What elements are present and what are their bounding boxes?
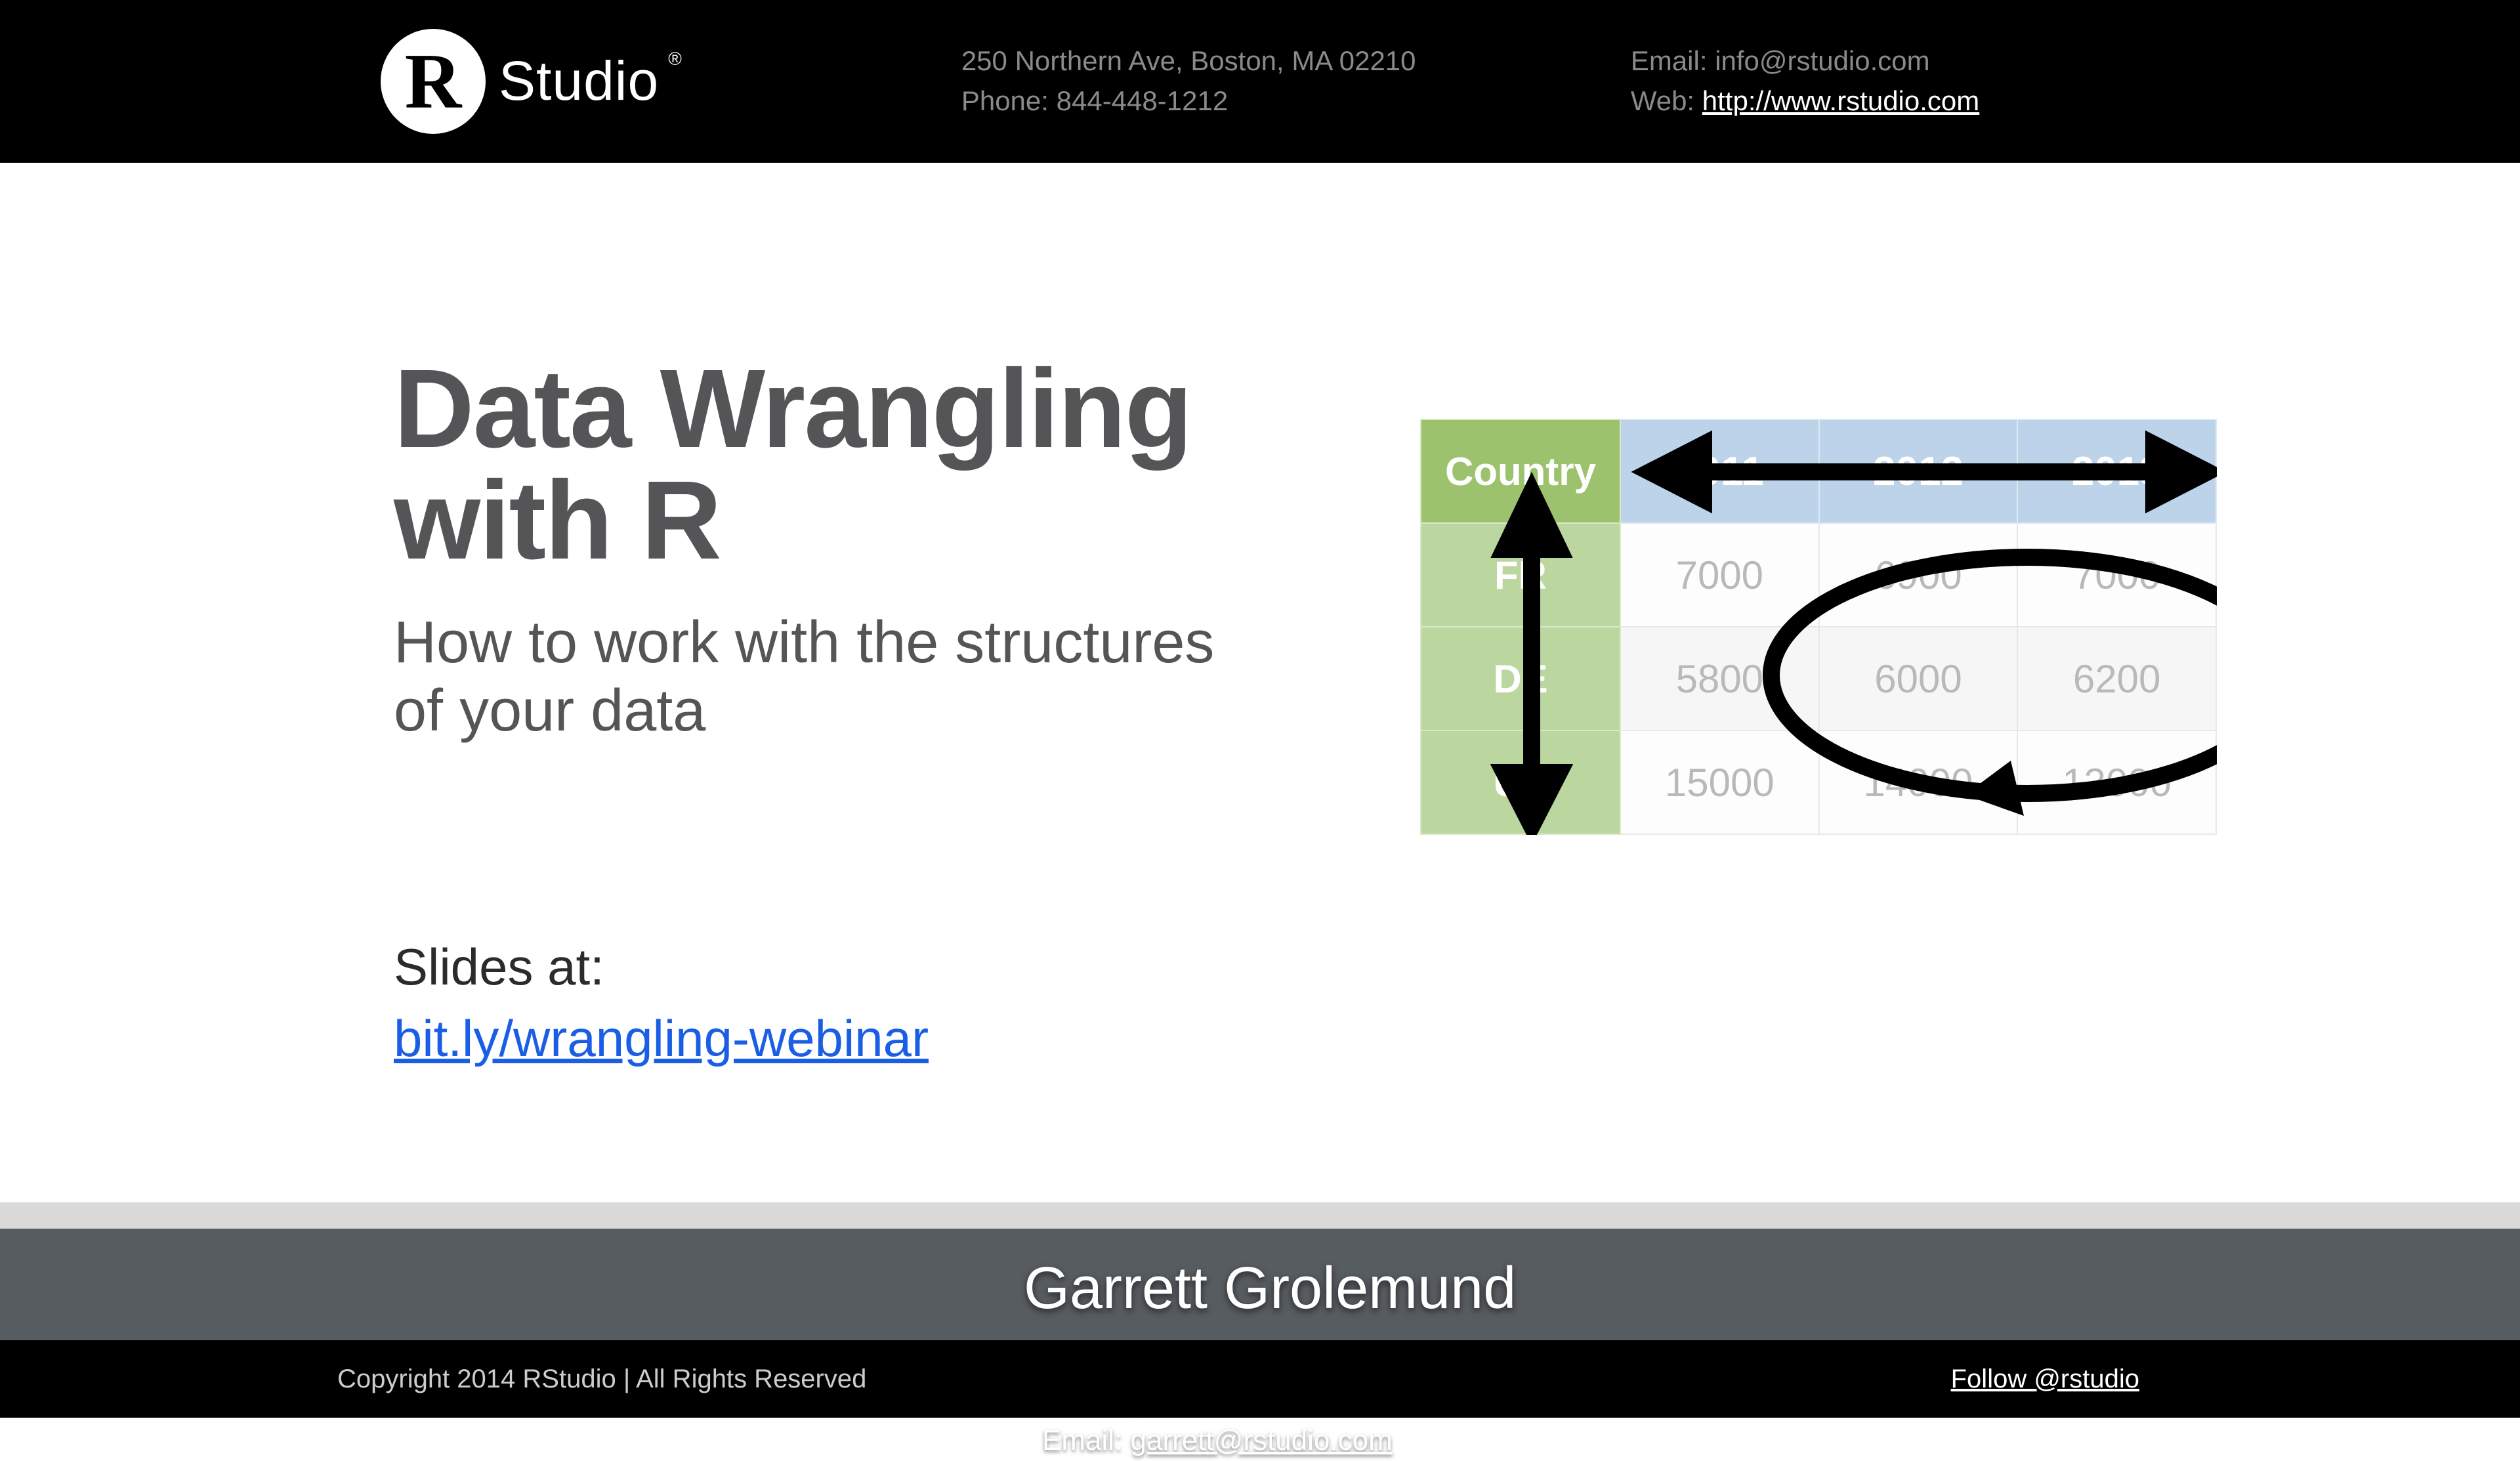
web-label: Web: <box>1631 85 1694 116</box>
cell-1-0: 5800 <box>1620 627 1819 730</box>
speaker-email-label: Email: <box>1042 1424 1122 1456</box>
speaker-panel: Garrett Grolemund Data Scientist and Mas… <box>0 1229 2520 1340</box>
cell-2-1: 14000 <box>1819 730 2018 834</box>
row-header-0: FR <box>1421 523 1620 627</box>
rstudio-logo: R Studio ® <box>381 29 686 134</box>
slides-link[interactable]: bit.ly/wrangling-webinar <box>394 1009 929 1069</box>
phone-line: Phone: 844-448-1212 <box>961 81 1631 121</box>
footer-bar: Copyright 2014 RStudio | All Rights Rese… <box>0 1340 2520 1418</box>
cell-0-1: 6900 <box>1819 523 2018 627</box>
data-table: Country 2011 2012 2013 FR 7000 6900 7000… <box>1420 419 2217 835</box>
speaker-name: Garrett Grolemund <box>1024 1255 2520 1323</box>
logo-word: Studio <box>499 41 659 121</box>
cell-0-0: 7000 <box>1620 523 1819 627</box>
speaker-email-line: Email: garrett@rstudio.com <box>1042 1420 2520 1461</box>
slides-block: Slides at: bit.ly/wrangling-webinar <box>394 937 929 1069</box>
col-header-1: 2012 <box>1819 419 2018 523</box>
col-header-0: 2011 <box>1620 419 1819 523</box>
email-label: Email: <box>1631 45 1708 76</box>
title-block: Data Wrangling with R How to work with t… <box>394 353 1247 745</box>
copyright-text: Copyright 2014 RStudio | All Rights Rese… <box>337 1365 866 1394</box>
logo-r-icon: R <box>381 29 486 134</box>
table-corner: Country <box>1421 419 1620 523</box>
web-link[interactable]: http://www.rstudio.com <box>1702 85 1979 116</box>
follow-link[interactable]: Follow @rstudio <box>1951 1365 2139 1394</box>
cell-1-2: 6200 <box>2017 627 2216 730</box>
row-header-1: DE <box>1421 627 1620 730</box>
web-line: Web: http://www.rstudio.com <box>1631 81 2038 121</box>
header-bar: R Studio ® 250 Northern Ave, Boston, MA … <box>0 0 2520 163</box>
header-address-block: 250 Northern Ave, Boston, MA 02210 Phone… <box>961 41 1631 121</box>
cell-2-0: 15000 <box>1620 730 1819 834</box>
email-line: Email: info@rstudio.com <box>1631 41 2038 81</box>
phone-value: 844-448-1212 <box>1057 85 1228 116</box>
cell-1-1: 6000 <box>1819 627 2018 730</box>
slides-label: Slides at: <box>394 937 929 997</box>
email-value: info@rstudio.com <box>1715 45 1929 76</box>
address-text: 250 Northern Ave, Boston, MA 02210 <box>961 41 1631 81</box>
divider-strip <box>0 1202 2520 1229</box>
page-title: Data Wrangling with R <box>394 353 1247 576</box>
col-header-2: 2013 <box>2017 419 2216 523</box>
row-header-2: US <box>1421 730 1620 834</box>
speaker-email-link[interactable]: garrett@rstudio.com <box>1130 1424 1392 1456</box>
main-content: Data Wrangling with R How to work with t… <box>0 163 2520 1418</box>
header-contact-block: Email: info@rstudio.com Web: http://www.… <box>1631 41 2038 121</box>
cell-2-2: 13000 <box>2017 730 2216 834</box>
registered-icon: ® <box>668 46 682 73</box>
phone-label: Phone: <box>961 85 1049 116</box>
data-table-graphic: Country 2011 2012 2013 FR 7000 6900 7000… <box>1420 419 2217 835</box>
cell-0-2: 7000 <box>2017 523 2216 627</box>
page-subtitle: How to work with the structures of your … <box>394 609 1247 745</box>
